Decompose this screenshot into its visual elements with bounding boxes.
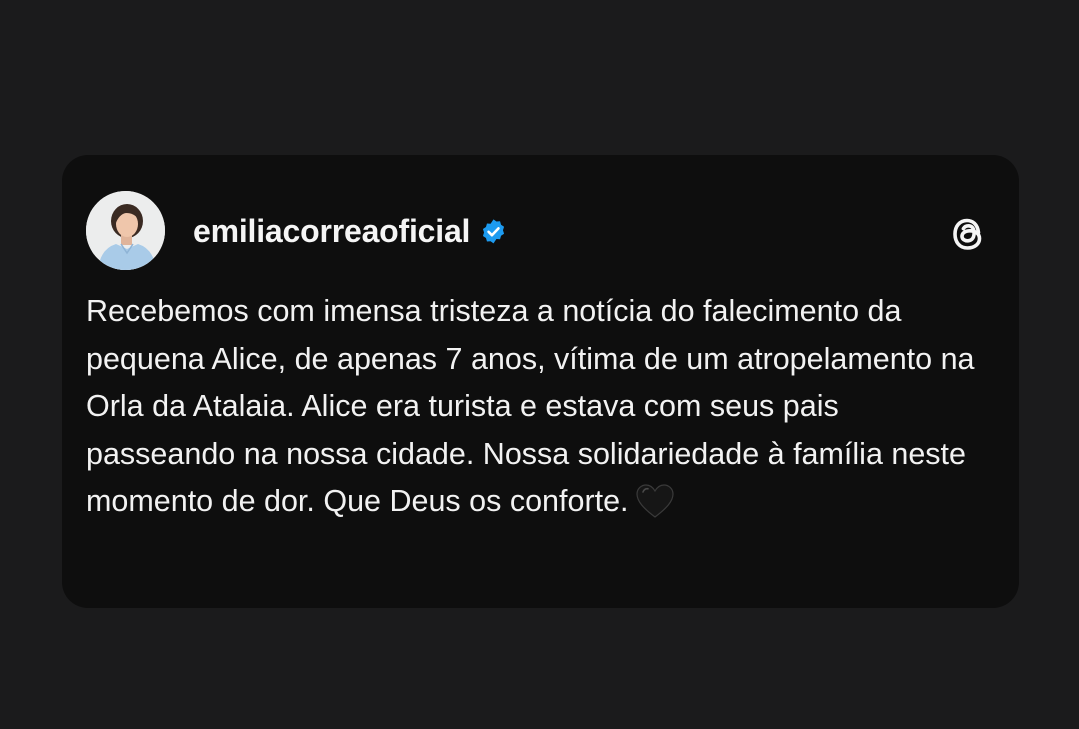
author-row: emiliacorreaoficial	[193, 211, 507, 251]
verified-badge-icon	[483, 218, 505, 243]
post-body: Recebemos com imensa tristeza a notícia …	[86, 294, 975, 518]
username[interactable]: emiliacorreaoficial	[193, 213, 470, 250]
post-text: Recebemos com imensa tristeza a notícia …	[86, 288, 991, 526]
threads-logo-icon[interactable]	[945, 211, 991, 257]
black-heart-icon	[635, 484, 674, 518]
avatar[interactable]	[86, 191, 165, 270]
post-card: emiliacorreaoficial Recebemos com imensa…	[62, 155, 1019, 608]
